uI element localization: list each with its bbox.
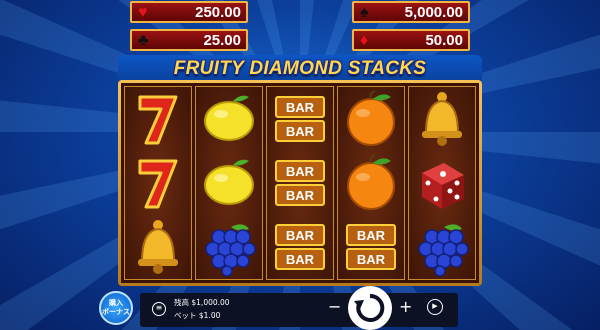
spin-icon [354, 293, 385, 322]
svg-text:BAR: BAR [286, 252, 315, 267]
bell-icon [409, 87, 475, 151]
reel-frame: BAR BAR BAR BAR BAR BAR BAR BAR [118, 80, 482, 286]
reel-5 [408, 86, 476, 280]
orange-icon [338, 151, 404, 215]
seven-icon [125, 151, 191, 215]
bar-icon: BAR BAR [338, 215, 404, 279]
bar-icon: BAR BAR [267, 87, 333, 151]
lemon-icon [196, 151, 262, 215]
svg-text:BAR: BAR [286, 164, 315, 179]
reel-1 [124, 86, 192, 280]
svg-text:BAR: BAR [357, 228, 386, 243]
menu-button[interactable]: ≡ [152, 302, 166, 316]
reels-container: BAR BAR BAR BAR BAR BAR BAR BAR [121, 83, 479, 283]
bet-value: $1.00 [198, 311, 221, 320]
balance-label: 残高 [174, 298, 189, 307]
payout-heart: ♥ 250.00 [130, 1, 248, 23]
payout-heart-value: 250.00 [195, 3, 241, 21]
payout-spade-value: 5,000.00 [404, 3, 463, 21]
payout-club: ♣ 25.00 [130, 29, 248, 51]
bet-increase-button[interactable]: + [399, 299, 412, 315]
grapes-icon [409, 215, 475, 279]
svg-text:BAR: BAR [286, 188, 315, 203]
svg-text:BAR: BAR [286, 124, 315, 139]
svg-text:BAR: BAR [357, 252, 386, 267]
seven-icon [125, 87, 191, 151]
payout-diamond-value: 50.00 [425, 31, 463, 49]
reel-3: BAR BAR BAR BAR BAR BAR [266, 86, 334, 280]
bar-icon: BAR BAR [267, 151, 333, 215]
bet-decrease-button[interactable]: − [328, 299, 341, 315]
grapes-icon [196, 215, 262, 279]
payout-spade: ♠ 5,000.00 [352, 1, 470, 23]
game-title: FRUITY DIAMOND STACKS [173, 58, 427, 79]
payout-diamond: ♦ 50.00 [352, 29, 470, 51]
bet-display: ベット $1.00 [174, 310, 220, 321]
balance-value: $1,000.00 [191, 298, 230, 307]
autoplay-button[interactable]: ▶ [427, 299, 443, 315]
spade-icon: ♠ [360, 4, 369, 21]
bar-icon: BAR BAR [267, 215, 333, 279]
club-icon: ♣ [138, 32, 149, 49]
svg-text:BAR: BAR [286, 228, 315, 243]
svg-text:BAR: BAR [286, 100, 315, 115]
orange-icon [338, 87, 404, 151]
dice-icon [409, 151, 475, 215]
reel-4: BAR BAR [337, 86, 405, 280]
payout-club-value: 25.00 [203, 31, 241, 49]
reel-2 [195, 86, 263, 280]
balance-display: 残高 $1,000.00 [174, 297, 230, 308]
lemon-icon [196, 87, 262, 151]
spin-button[interactable] [348, 286, 392, 330]
heart-icon: ♥ [138, 4, 148, 21]
bet-label: ベット [174, 311, 197, 320]
buy-bonus-button[interactable]: 購入 ボーナス [99, 291, 133, 325]
bell-icon [125, 215, 191, 279]
diamond-icon: ♦ [360, 32, 369, 49]
